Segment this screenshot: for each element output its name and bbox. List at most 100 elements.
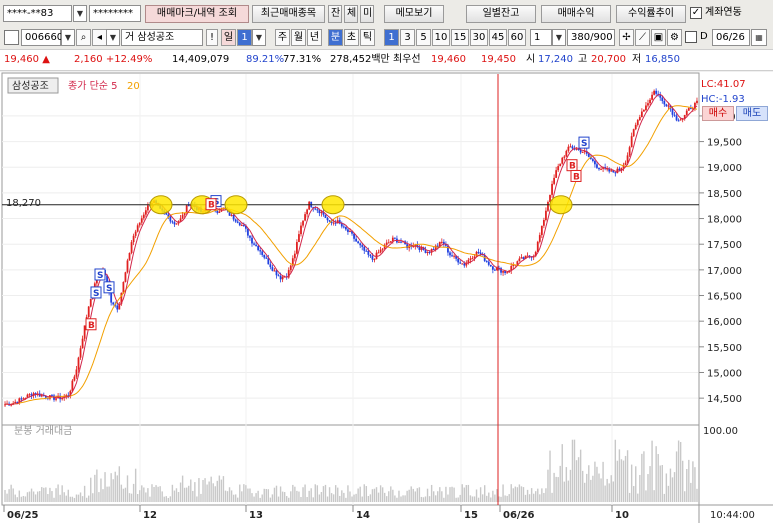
volume-bar (202, 480, 204, 502)
volume-bar (596, 466, 598, 502)
volume-bar (330, 493, 333, 502)
candle-body (144, 210, 147, 215)
high-value: 20,700 (591, 54, 626, 65)
volume-bar (157, 486, 159, 502)
symbol-name-field[interactable]: 거 삼성공조 (121, 29, 203, 46)
candle-body (247, 228, 249, 236)
interval-15[interactable]: 15 (451, 29, 469, 46)
unfilled-tab[interactable]: 미 (360, 5, 374, 23)
candle-body (634, 124, 637, 130)
execution-tab[interactable]: 체 (344, 5, 358, 23)
minute-tab[interactable]: 분 (328, 29, 343, 46)
count-dropdown[interactable]: ▼ (552, 29, 566, 46)
candle-body (391, 237, 394, 242)
view-count-field[interactable]: 380/900 (567, 29, 615, 46)
sell-button[interactable]: 매도 (736, 106, 768, 121)
account-link-checkbox[interactable]: ✓ (690, 7, 702, 19)
month-tab[interactable]: 월 (291, 29, 306, 46)
interval-5[interactable]: 5 (416, 29, 431, 46)
volume-bar (608, 483, 610, 502)
volume-bar (185, 487, 188, 502)
volume-bar (675, 451, 678, 502)
account-dropdown[interactable]: ▼ (73, 5, 87, 22)
trade-profit-button[interactable]: 매매수익 (541, 5, 611, 23)
volume-bar (196, 496, 198, 502)
interval-45[interactable]: 45 (489, 29, 507, 46)
balance-tab[interactable]: 잔 (328, 5, 342, 23)
save-icon[interactable]: ▣ (651, 29, 666, 46)
info-icon[interactable]: ! (206, 29, 218, 46)
interval-60[interactable]: 60 (508, 29, 526, 46)
day-value-field[interactable]: 1 (237, 29, 252, 46)
volume-bar (561, 444, 563, 502)
candle-body (471, 258, 474, 260)
volume-bar (34, 494, 37, 502)
marker-label: B (573, 172, 580, 182)
volume-bar (420, 496, 423, 502)
candle-body (269, 264, 272, 268)
open-value: 17,240 (538, 54, 573, 65)
volume-bar (504, 495, 506, 502)
candle-body (542, 220, 545, 226)
volume-bar (551, 492, 553, 502)
date-checkbox[interactable] (685, 31, 697, 43)
memo-button[interactable]: 메모보기 (384, 5, 444, 23)
volume-bar (363, 484, 365, 502)
buy-button[interactable]: 매수 (702, 106, 734, 121)
volume-bar (473, 496, 476, 502)
volume-bar (686, 468, 688, 502)
volume-bar (563, 481, 566, 502)
interval-3[interactable]: 3 (400, 29, 415, 46)
gear-icon[interactable]: ⚙ (667, 29, 682, 46)
date-field[interactable]: 06/26 (712, 29, 750, 46)
price-chart[interactable]: SSSBSBSBB 14,50015,00015,50016,00016,500… (0, 72, 773, 523)
volume-bar (410, 486, 412, 502)
volume-bar (98, 492, 100, 502)
draw-tool-icon[interactable]: ⟋ (635, 29, 650, 46)
speaker-icon[interactable]: ◂ (92, 29, 107, 46)
chart-area[interactable]: SSSBSBSBB 14,50015,00015,50016,00016,500… (0, 72, 773, 523)
day-value-dropdown[interactable]: ▼ (252, 29, 266, 46)
time-label: 10:44:00 (710, 510, 755, 521)
day-period-tab[interactable]: 일 (221, 29, 236, 46)
interval-10[interactable]: 10 (432, 29, 450, 46)
window-icon[interactable] (4, 30, 19, 45)
candle-body (324, 214, 327, 218)
candle-body (314, 208, 317, 210)
volume-bar (245, 485, 247, 502)
crosshair-icon[interactable]: ✢ (619, 29, 634, 46)
volume-bar (216, 480, 219, 502)
count-field[interactable]: 1 (530, 29, 552, 46)
volume-bar (520, 486, 523, 502)
volume-bar (234, 494, 237, 502)
interval-1[interactable]: 1 (384, 29, 399, 46)
volume-bar (367, 495, 370, 502)
second-tab[interactable]: 초 (344, 29, 359, 46)
volume-bar (477, 497, 480, 502)
year-tab[interactable]: 년 (307, 29, 322, 46)
week-tab[interactable]: 주 (275, 29, 290, 46)
volume-bar (328, 487, 331, 502)
candle-body (651, 94, 653, 100)
account-password-field[interactable]: ******** (89, 5, 141, 22)
symbol-dropdown[interactable]: ▼ (61, 29, 75, 46)
account-number-field[interactable]: ****-**83 (3, 5, 72, 22)
interval-30[interactable]: 30 (470, 29, 488, 46)
tick-tab[interactable]: 틱 (360, 29, 375, 46)
candle-body (216, 210, 219, 213)
volume-bar (208, 481, 210, 502)
volume-bar (102, 489, 104, 502)
return-trend-button[interactable]: 수익률추이 (616, 5, 686, 23)
volume-bar (149, 496, 151, 502)
calendar-icon[interactable]: ▦ (751, 29, 767, 46)
search-icon[interactable]: ⌕ (76, 29, 91, 46)
volume-bar (628, 492, 631, 502)
speaker-dropdown[interactable]: ▼ (106, 29, 120, 46)
daily-balance-button[interactable]: 일별잔고 (466, 5, 536, 23)
volume-bar (16, 497, 18, 502)
trade-mark-button[interactable]: 매매마크/내역 조회 (145, 5, 249, 23)
recent-trades-button[interactable]: 최근매매종목 (252, 5, 325, 23)
symbol-code-field[interactable]: 006660 (21, 29, 63, 46)
volume-bar (349, 491, 351, 502)
candle-body (71, 380, 74, 391)
